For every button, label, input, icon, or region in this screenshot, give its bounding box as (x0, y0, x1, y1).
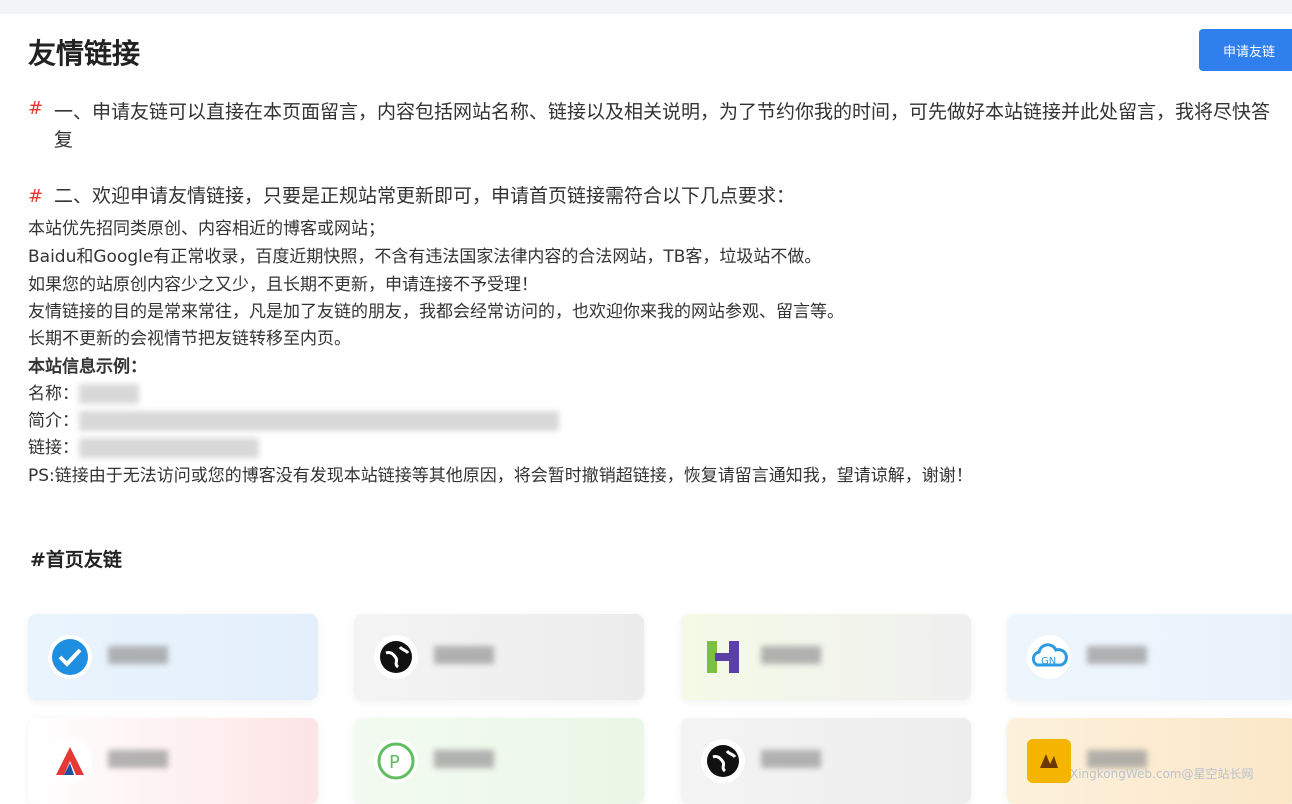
requirement-item: 本站优先招同类原创、内容相近的博客或网站； (28, 219, 385, 239)
apply-link-button[interactable]: 申请友链 (1199, 29, 1292, 71)
globe-icon (701, 739, 745, 783)
blurred-site-name (434, 750, 494, 768)
blurred-value (79, 411, 559, 431)
friend-link-card[interactable] (28, 614, 318, 700)
blurred-site-name (108, 646, 168, 664)
green-p-logo-icon: P (374, 739, 418, 783)
rule-1-text: 一、申请友链可以直接在本页面留言，内容包括网站名称、链接以及相关说明，为了节约你… (54, 101, 1271, 151)
blurred-site-name (761, 750, 821, 768)
globe-icon (374, 635, 418, 679)
homepage-links-heading: #首页友链 (30, 549, 122, 571)
friend-link-card[interactable] (354, 614, 644, 700)
requirement-item: 友情链接的目的是常来常往，凡是加了友链的朋友，我都会经常访问的，也欢迎你来我的网… (28, 302, 844, 322)
cloud-logo-icon: GN (1027, 635, 1071, 679)
red-a-logo-icon (48, 739, 92, 783)
blurred-site-name (108, 750, 168, 768)
site-link-label: 链接： (28, 438, 79, 458)
site-info-heading: 本站信息示例： (28, 357, 147, 377)
blue-check-logo-icon (48, 635, 92, 679)
requirement-item: Baidu和Google有正常收录，百度近期快照，不含有违法国家法律内容的合法网… (28, 247, 822, 267)
blurred-value (79, 384, 139, 404)
friend-link-card[interactable]: P (354, 718, 644, 804)
friend-link-card[interactable] (681, 718, 971, 804)
site-intro-label: 简介： (28, 411, 79, 431)
rule-section-2: # 二、欢迎申请友情链接，只要是正规站常更新即可，申请首页链接需符合以下几点要求： (28, 182, 1278, 210)
site-intro-row: 简介： (28, 406, 559, 431)
svg-text:GN: GN (1041, 656, 1056, 667)
hash-marker: # (28, 98, 44, 119)
blurred-site-name (761, 646, 821, 664)
requirement-item: 如果您的站原创内容少之又少，且长期不更新，申请连接不予受理！ (28, 275, 538, 295)
blurred-site-name (434, 646, 494, 664)
friend-link-card[interactable] (681, 614, 971, 700)
friend-link-card[interactable]: GN (1007, 614, 1292, 700)
blurred-site-name (1087, 646, 1147, 664)
friend-link-card[interactable] (28, 718, 318, 804)
friend-link-card[interactable] (1007, 718, 1292, 804)
rule-section-1: # 一、申请友链可以直接在本页面留言，内容包括网站名称、链接以及相关说明，为了节… (28, 98, 1278, 154)
requirement-item: 长期不更新的会视情节把友链转移至内页。 (28, 329, 351, 349)
h-letter-logo-icon (701, 635, 745, 679)
svg-text:P: P (389, 752, 400, 773)
page-title: 友情链接 (28, 37, 141, 70)
top-bar (0, 0, 1292, 14)
rule-2-text: 二、欢迎申请友情链接，只要是正规站常更新即可，申请首页链接需符合以下几点要求： (54, 185, 796, 207)
ps-note: PS:链接由于无法访问或您的博客没有发现本站链接等其他原因，将会暂时撤销超链接，… (28, 466, 973, 486)
blurred-value (79, 438, 259, 458)
site-name-row: 名称： (28, 379, 139, 404)
site-name-label: 名称： (28, 384, 79, 404)
hash-marker: # (28, 186, 44, 207)
site-link-row: 链接： (28, 433, 259, 458)
watermark-text: XingkongWeb.com@星空站长网 (1070, 767, 1254, 781)
orange-logo-icon (1027, 739, 1071, 783)
